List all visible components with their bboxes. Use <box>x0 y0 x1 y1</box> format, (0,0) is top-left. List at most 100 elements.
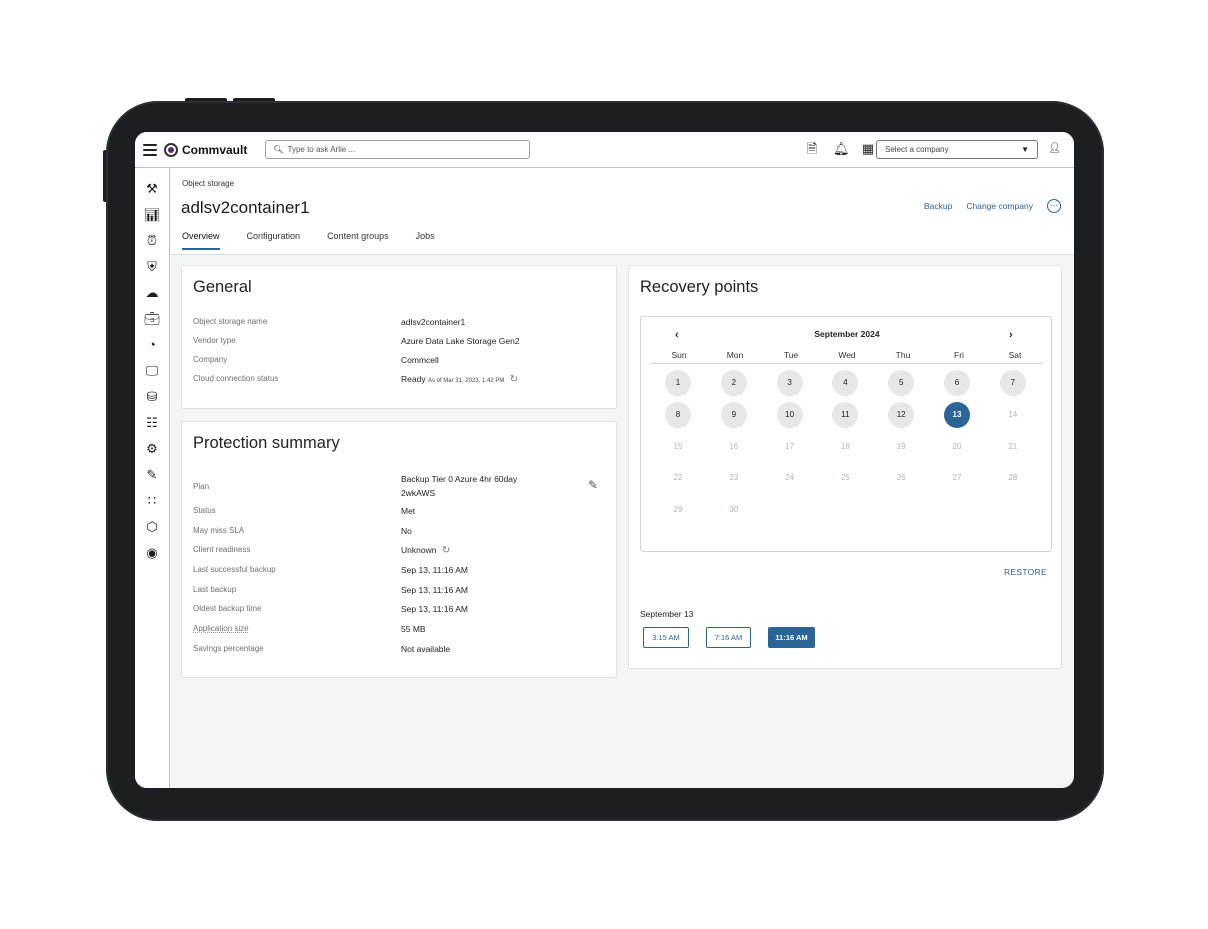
page-title: adlsv2container1 <box>181 198 310 217</box>
recovery-points-title: Recovery points <box>640 278 759 296</box>
commvault-icon[interactable]: ◉ <box>143 544 161 562</box>
plan-name-line1: Backup Tier 0 Azure 4hr 60day <box>401 474 518 484</box>
calendar-day: 18 <box>840 441 850 451</box>
calendar-day[interactable]: 10 <box>776 401 803 428</box>
user-icon[interactable]: 👤︎ <box>1048 143 1061 154</box>
breadcrumb[interactable]: Object storage <box>182 179 234 188</box>
refresh-icon[interactable]: ↻ <box>442 545 450 556</box>
connection-status: Ready <box>401 374 426 384</box>
more-options-icon[interactable]: ⋯ <box>1047 199 1061 213</box>
company-select[interactable]: Select a company ▼ <box>876 140 1038 159</box>
kv-label: Cloud connection status <box>193 374 279 383</box>
kv-value: 55 MB <box>401 624 426 634</box>
menu-icon[interactable] <box>143 143 157 156</box>
connection-status-note: As of Mar 31, 2023, 1:42 PM <box>427 378 505 384</box>
kv-label: Client readiness <box>193 545 251 554</box>
shield-icon[interactable]: ⛨ <box>143 258 161 276</box>
tabs: Overview Configuration Content groups Jo… <box>182 231 435 250</box>
general-title: General <box>193 278 252 296</box>
calendar-day[interactable]: 3 <box>776 370 803 396</box>
calendar-day: 21 <box>1008 441 1018 451</box>
kv-row: Cloud connection status Ready As of Mar … <box>193 374 603 385</box>
client-readiness-value: Unknown <box>401 545 437 555</box>
analytics-icon[interactable]: 📊︎ <box>143 206 161 224</box>
reports-edit-icon[interactable]: ✎ <box>143 466 161 484</box>
tab-overview[interactable]: Overview <box>182 231 220 250</box>
backup-link[interactable]: Backup <box>924 201 952 211</box>
kv-label: Oldest backup time <box>193 604 262 613</box>
calendar-day[interactable]: 4 <box>832 370 859 396</box>
kv-label: Status <box>193 506 216 515</box>
protection-summary-card: Protection summary Plan Backup Tier 0 Az… <box>181 421 617 678</box>
calendar-day[interactable]: 5 <box>888 370 915 396</box>
header-actions: Backup Change company ⋯ <box>924 199 1061 213</box>
briefcase-icon[interactable]: 💼︎ <box>143 310 161 328</box>
gauge-icon[interactable]: ◔ <box>143 336 161 354</box>
calendar-day: 29 <box>673 505 683 515</box>
chevron-left-icon[interactable]: ‹ <box>675 329 679 341</box>
calendar-day[interactable]: 8 <box>665 401 691 428</box>
tools-icon[interactable]: ⚒ <box>143 180 161 198</box>
sliders-icon[interactable]: ☷ <box>143 414 161 432</box>
time-button-selected[interactable]: 11:16 AM <box>768 627 815 648</box>
apps-grid-icon[interactable]: ∷ <box>143 492 161 510</box>
kv-value: Sep 13, 11:16 AM <box>401 565 468 575</box>
calendar-day: 27 <box>952 473 962 483</box>
kv-label: Application size <box>193 624 249 633</box>
reports-icon[interactable]: 🗎︎ <box>805 141 819 157</box>
calendar-day: 16 <box>729 441 739 451</box>
kv-row: May miss SLA No <box>193 526 603 536</box>
bell-icon[interactable]: 🔔︎ <box>833 141 850 157</box>
calendar-day[interactable]: 12 <box>888 401 915 428</box>
calendar-day: 25 <box>840 473 850 483</box>
kv-row: Client readiness Unknown ↻ <box>193 545 603 556</box>
monitor-icon[interactable]: 🖵︎ <box>143 362 161 380</box>
refresh-icon[interactable]: ↻ <box>510 374 518 385</box>
caret-down-icon: ▼ <box>1021 145 1029 154</box>
tab-content-groups[interactable]: Content groups <box>327 231 389 250</box>
kv-row: Last successful backup Sep 13, 11:16 AM <box>193 565 603 575</box>
tab-configuration[interactable]: Configuration <box>247 231 301 250</box>
kv-row: Vendor type Azure Data Lake Storage Gen2 <box>193 336 603 346</box>
plan-link[interactable]: Backup Tier 0 Azure 4hr 60day 2wkAWS <box>401 472 561 500</box>
settings-icon[interactable]: ⚙ <box>143 440 161 458</box>
time-button[interactable]: 3:15 AM <box>643 627 689 648</box>
app-name: Commvault <box>182 142 248 157</box>
database-icon[interactable]: ⛁ <box>143 388 161 406</box>
edit-plan-icon[interactable]: ✎ <box>588 478 598 492</box>
calendar-day[interactable]: 11 <box>832 401 859 428</box>
kv-row: Application size 55 MB <box>193 624 603 634</box>
chevron-right-icon[interactable]: › <box>1009 329 1013 341</box>
left-nav: ⚒ 📊︎ ⏰︎ ⛨ ☁ 💼︎ ◔ 🖵︎ ⛁ ☷ ⚙ ✎ ∷ ⬡ ◉ <box>135 168 170 788</box>
search-input[interactable]: 🔍︎ Type to ask Arlie ... <box>265 140 531 159</box>
cloud-icon[interactable]: ☁ <box>143 284 161 302</box>
calendar-month: September 2024 <box>814 329 880 339</box>
time-button[interactable]: 7:16 AM <box>706 627 751 648</box>
alarm-icon[interactable]: ⏰︎ <box>143 232 161 250</box>
weekday: Sun <box>671 350 687 360</box>
calendar-day[interactable]: 7 <box>999 370 1026 396</box>
top-bar: Commvault 🔍︎ Type to ask Arlie ... 🗎︎ 🔔︎… <box>135 132 1074 168</box>
change-company-link[interactable]: Change company <box>966 201 1033 211</box>
kv-row: Object storage name adlsv2container1 <box>193 317 603 327</box>
company-select-value: Select a company <box>885 145 949 154</box>
kv-value: Ready As of Mar 31, 2023, 1:42 PM ↻ <box>401 374 518 385</box>
tab-jobs[interactable]: Jobs <box>416 231 435 250</box>
kv-row: Company Commcell <box>193 355 603 365</box>
calendar-day[interactable]: 6 <box>944 370 970 396</box>
calendar-day[interactable]: 2 <box>720 370 747 396</box>
kv-label: Vendor type <box>193 336 236 345</box>
app-logo[interactable]: Commvault <box>164 142 248 157</box>
company-link[interactable]: Commcell <box>401 355 439 365</box>
weekday: Sat <box>1008 350 1022 360</box>
calendar-day: 24 <box>785 473 795 483</box>
calendar-day[interactable]: 1 <box>665 370 691 396</box>
dashboard-icon[interactable]: ▦ <box>861 141 875 157</box>
cube-icon[interactable]: ⬡ <box>143 518 161 536</box>
restore-button[interactable]: RESTORE <box>1004 567 1047 577</box>
calendar-day[interactable]: 9 <box>720 401 747 428</box>
calendar-day-selected[interactable]: 13 <box>944 401 970 428</box>
calendar-day: 20 <box>952 441 962 451</box>
weekday: Thu <box>895 350 911 360</box>
calendar-day: 17 <box>785 441 795 451</box>
